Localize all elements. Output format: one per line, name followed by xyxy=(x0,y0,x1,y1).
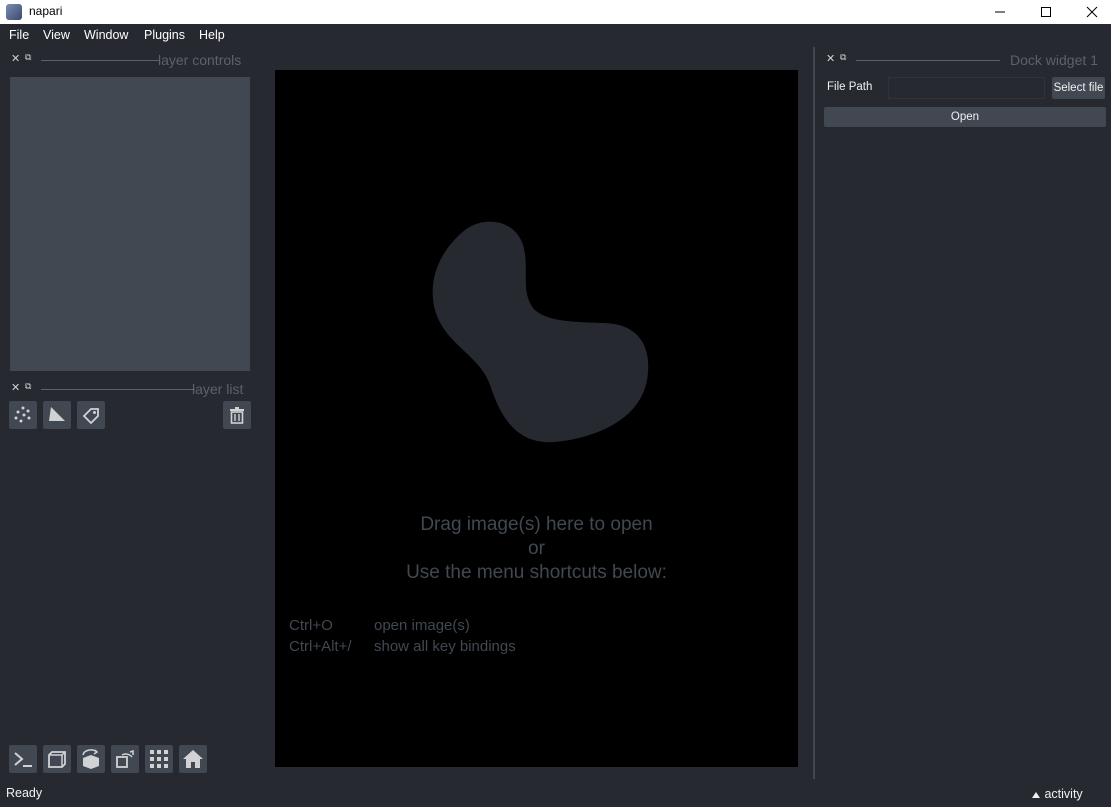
menu-shortcuts-prompt: Use the menu shortcuts below: xyxy=(406,562,667,583)
float-dock-icon[interactable]: ⧉ xyxy=(840,52,846,63)
home-button[interactable] xyxy=(179,745,207,773)
transpose-icon xyxy=(116,749,134,768)
layer-controls-header: ✕ ⧉ layer controls xyxy=(11,52,251,68)
viewer-canvas[interactable]: Drag image(s) here to open or Use the me… xyxy=(275,70,798,767)
maximize-icon xyxy=(1041,7,1051,17)
menu-help[interactable]: Help xyxy=(199,28,225,42)
new-points-button[interactable] xyxy=(9,401,37,429)
new-labels-icon xyxy=(82,408,99,425)
shortcut-desc: show all key bindings xyxy=(374,638,516,655)
minimize-button[interactable] xyxy=(977,0,1023,24)
layer-controls-title: layer controls xyxy=(158,52,242,68)
dock-widget-title: Dock widget 1 xyxy=(1010,52,1098,68)
shortcut-key: Ctrl+Alt+/ xyxy=(289,638,352,655)
grid-icon xyxy=(150,750,168,768)
menubar: File View Window Plugins Help xyxy=(0,24,1111,47)
status-text: Ready xyxy=(6,786,43,800)
minimize-icon xyxy=(995,11,1005,13)
close-dock-icon[interactable]: ✕ xyxy=(11,381,20,394)
close-dock-icon[interactable]: ✕ xyxy=(826,52,835,65)
napari-logo-icon xyxy=(432,221,649,443)
close-dock-icon[interactable]: ✕ xyxy=(11,52,20,65)
new-labels-button[interactable] xyxy=(77,401,105,429)
shortcut-key: Ctrl+O xyxy=(289,617,333,634)
transpose-button[interactable] xyxy=(111,745,139,773)
window-title: napari xyxy=(29,4,63,18)
close-button[interactable] xyxy=(1069,0,1111,24)
ndisplay-button[interactable] xyxy=(43,745,71,773)
title-bar: napari xyxy=(0,0,1111,24)
drag-prompt: Drag image(s) here to open xyxy=(420,514,653,535)
activity-button[interactable]: activity xyxy=(1031,787,1083,801)
delete-layer-icon xyxy=(230,407,244,424)
roll-dims-button[interactable] xyxy=(77,745,105,773)
new-shapes-button[interactable] xyxy=(43,401,71,429)
drag-or: or xyxy=(528,538,545,559)
float-dock-icon[interactable]: ⧉ xyxy=(25,52,31,63)
float-dock-icon[interactable]: ⧉ xyxy=(25,381,31,392)
header-divider xyxy=(41,389,195,390)
menu-view[interactable]: View xyxy=(43,28,70,42)
console-button[interactable] xyxy=(9,745,37,773)
grid-button[interactable] xyxy=(145,745,173,773)
close-icon xyxy=(1086,6,1098,18)
select-file-button[interactable]: Select file xyxy=(1052,77,1105,99)
napari-logo-icon xyxy=(6,4,22,20)
file-path-input[interactable] xyxy=(888,77,1045,99)
delete-layer-button[interactable] xyxy=(223,401,251,429)
open-button[interactable]: Open xyxy=(824,107,1106,127)
layer-list-header: ✕ ⧉ layer list xyxy=(11,381,251,397)
maximize-button[interactable] xyxy=(1023,0,1069,24)
menu-plugins[interactable]: Plugins xyxy=(144,28,185,42)
activity-label: activity xyxy=(1044,787,1083,801)
roll-dims-icon xyxy=(82,749,99,769)
header-divider xyxy=(856,60,1000,61)
home-icon xyxy=(183,750,203,768)
shortcut-desc: open image(s) xyxy=(374,617,470,634)
layer-list-title: layer list xyxy=(192,381,244,397)
file-path-label: File Path xyxy=(827,81,873,93)
new-points-icon xyxy=(14,406,31,423)
dock-widget-header: ✕ ⧉ Dock widget 1 xyxy=(826,52,1104,68)
layer-controls-panel xyxy=(10,77,250,371)
new-shapes-icon xyxy=(49,407,65,421)
menu-file[interactable]: File xyxy=(9,28,29,42)
caret-up-icon xyxy=(1032,791,1040,798)
console-icon xyxy=(14,752,32,767)
dock-splitter[interactable] xyxy=(813,47,815,779)
header-divider xyxy=(41,60,159,61)
menu-window[interactable]: Window xyxy=(84,28,128,42)
ndisplay-icon xyxy=(48,751,66,768)
